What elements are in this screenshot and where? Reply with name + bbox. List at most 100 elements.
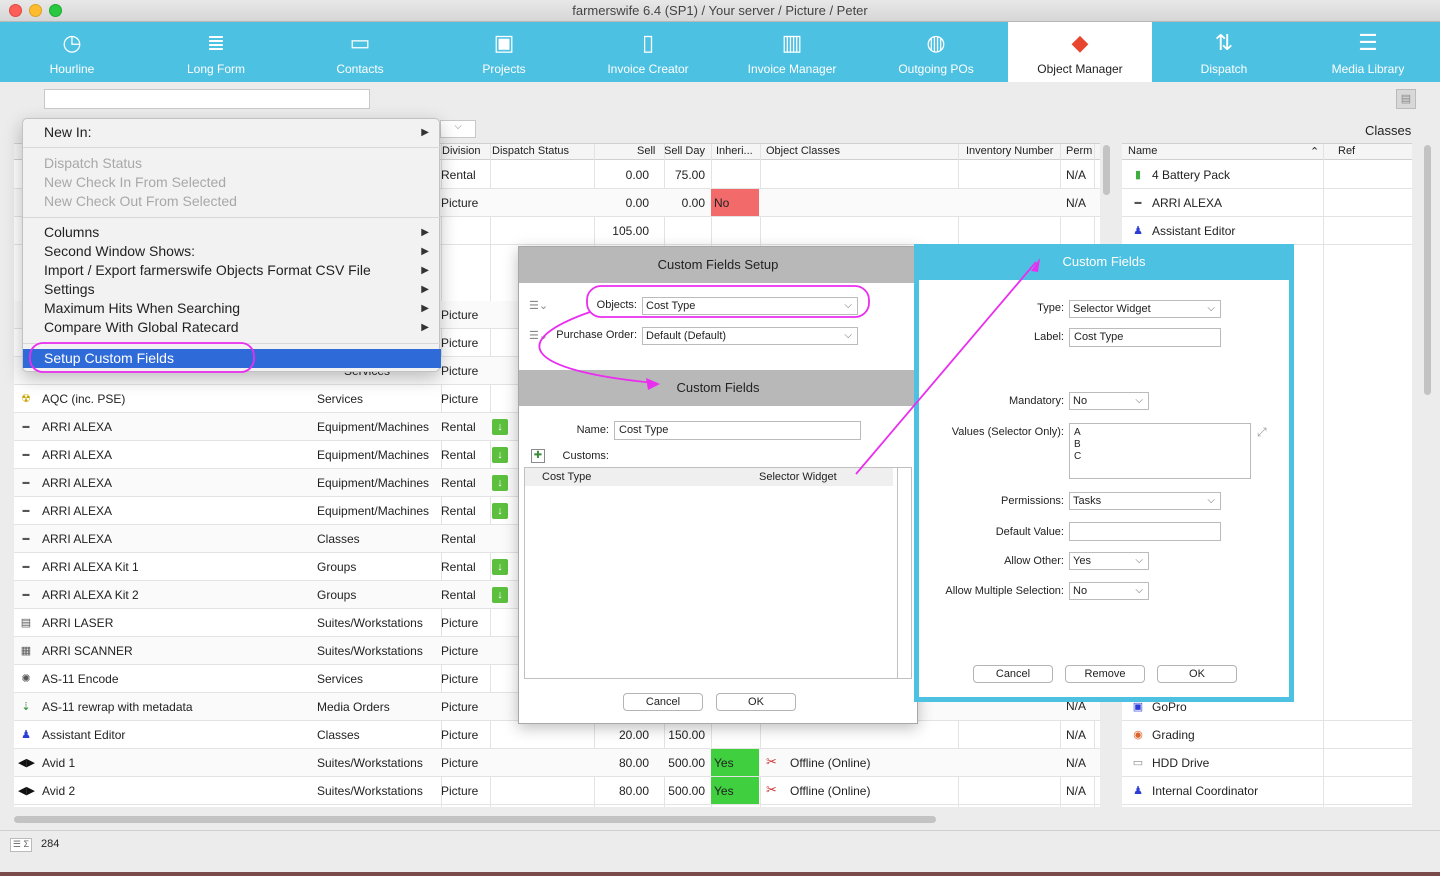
class-row[interactable]: ♟ Internal Coordinator xyxy=(1122,777,1412,805)
label-input[interactable]: Cost Type xyxy=(1069,328,1221,347)
table-cell: Equipment/Machines xyxy=(317,504,430,518)
camera-icon: ▬ xyxy=(22,535,30,542)
objects-vertical-scrollbar[interactable] xyxy=(1103,145,1110,195)
class-row[interactable]: ♟ Assistant Editor xyxy=(1122,217,1412,245)
toolbar-label: Outgoing POs xyxy=(898,62,974,76)
column-header[interactable]: Name xyxy=(1128,145,1157,157)
toolbar-outgoing-pos[interactable]: ◍ Outgoing POs xyxy=(864,22,1008,82)
permissions-select[interactable]: Tasks ⌵ xyxy=(1069,492,1221,510)
default-value-label: Default Value: xyxy=(995,526,1064,538)
menu-item-setup-custom-fields[interactable]: Setup Custom Fields xyxy=(23,349,441,368)
toolbar-hourline[interactable]: ◷ Hourline xyxy=(0,22,144,82)
camera-icon: ▬ xyxy=(22,451,30,458)
menu-item[interactable]: Settings ▶ xyxy=(23,280,441,299)
menu-item[interactable]: Import / Export farmerswife Objects Form… xyxy=(23,261,441,280)
setup-cancel-button[interactable]: Cancel xyxy=(623,693,703,711)
menu-item[interactable]: Maximum Hits When Searching ▶ xyxy=(23,299,441,318)
mandatory-value: No xyxy=(1073,395,1088,407)
column-header[interactable]: Sell Day xyxy=(664,145,705,157)
table-row[interactable]: ◀▶ Avid 1 Suites/Workstations Picture 80.00 5… xyxy=(14,749,1100,777)
class-row[interactable]: ▬ ARRI ALEXA xyxy=(1122,189,1412,217)
tools-icon: ✂ xyxy=(766,754,777,769)
column-header[interactable]: Dispatch Status xyxy=(492,145,569,157)
table-cell: Picture xyxy=(441,308,479,322)
classes-vertical-scrollbar[interactable] xyxy=(1424,145,1431,395)
table-cell: 20.00 xyxy=(618,728,649,742)
mandatory-select[interactable]: No ⌵ xyxy=(1069,392,1149,410)
menu-item[interactable]: Second Window Shows: ▶ xyxy=(23,242,441,261)
allow-other-select[interactable]: Yes ⌵ xyxy=(1069,552,1149,570)
table-cell: Avid 1 xyxy=(42,756,76,770)
table-cell: Classes xyxy=(317,532,360,546)
filter-dropdown[interactable]: ⌵ xyxy=(440,120,476,138)
toolbar-label: Long Form xyxy=(186,62,246,76)
toolbar-invoice-manager[interactable]: ▥ Invoice Manager xyxy=(720,22,864,82)
customs-list-row[interactable]: Cost Type Selector Widget xyxy=(525,468,893,486)
table-cell: Equipment/Machines xyxy=(317,448,430,462)
sort-ascending-icon[interactable]: ⌃ xyxy=(1310,145,1319,158)
sum-icon[interactable]: ☰ Σ xyxy=(10,838,32,852)
list-options-icon[interactable]: ☰⌄ xyxy=(529,329,548,342)
list-options-icon[interactable]: ☰⌄ xyxy=(529,299,548,312)
expand-icon[interactable]: ⤢ xyxy=(1257,425,1267,440)
column-header[interactable]: Object Classes xyxy=(766,145,840,157)
download-status-icon[interactable]: ↓ xyxy=(492,587,508,603)
window-title: farmerswife 6.4 (SP1) / Your server / Pi… xyxy=(572,3,868,18)
download-status-icon[interactable]: ↓ xyxy=(492,419,508,435)
objects-select[interactable]: Cost Type ⌵ xyxy=(642,297,858,315)
download-status-icon[interactable]: ↓ xyxy=(492,559,508,575)
download-status-icon[interactable]: ↓ xyxy=(492,475,508,491)
toolbar-object-manager[interactable]: ◆ Object Manager xyxy=(1008,22,1152,82)
export-icon[interactable]: ▤ xyxy=(1396,89,1416,109)
menu-item[interactable]: Columns ▶ xyxy=(23,223,441,242)
table-cell: ARRI ALEXA Kit 2 xyxy=(42,588,139,602)
table-cell: Picture xyxy=(441,336,479,350)
download-status-icon[interactable]: ↓ xyxy=(492,447,508,463)
chevron-down-icon: ⌵ xyxy=(1207,303,1215,314)
type-select[interactable]: Selector Widget ⌵ xyxy=(1069,300,1221,318)
toolbar-dispatch[interactable]: ⇅ Dispatch xyxy=(1152,22,1296,82)
cart-icon: ◍ xyxy=(926,30,946,55)
table-cell: Yes xyxy=(714,784,734,798)
add-field-icon[interactable]: ✚ xyxy=(531,449,545,463)
toolbar-invoice-creator[interactable]: ▯ Invoice Creator xyxy=(576,22,720,82)
table-row[interactable]: ♟ Assistant Editor Classes Picture 20.00 150.… xyxy=(14,721,1100,749)
menu-item-new-in[interactable]: New In: ▶ xyxy=(23,123,441,142)
column-header[interactable]: Inventory Number xyxy=(966,145,1053,157)
toolbar-projects[interactable]: ▣ Projects xyxy=(432,22,576,82)
table-row[interactable]: ◀▶ Avid 2 Suites/Workstations Picture 80.00 5… xyxy=(14,777,1100,805)
custom-fields-form: Type: Selector Widget ⌵ Label: Cost Type … xyxy=(919,280,1289,697)
class-row[interactable]: ▮ 4 Battery Pack xyxy=(1122,161,1412,189)
chevron-down-icon: ⌵ xyxy=(1135,395,1143,406)
allow-multiple-select[interactable]: No ⌵ xyxy=(1069,582,1149,600)
camera-icon: ▬ xyxy=(22,507,30,514)
toolbar-long-form[interactable]: ≣ Long Form xyxy=(144,22,288,82)
objects-horizontal-scrollbar[interactable] xyxy=(14,816,936,823)
toolbar-media-library[interactable]: ☰ Media Library xyxy=(1296,22,1440,82)
table-cell: Suites/Workstations xyxy=(317,756,423,770)
fields-ok-button[interactable]: OK xyxy=(1157,665,1237,683)
values-textarea[interactable]: A B C xyxy=(1069,423,1251,479)
invoice-creator-icon: ▯ xyxy=(641,30,655,55)
table-cell: 80.00 xyxy=(618,756,649,770)
fields-remove-button[interactable]: Remove xyxy=(1065,665,1145,683)
customs-list[interactable]: Cost Type Selector Widget xyxy=(524,467,912,679)
search-input[interactable] xyxy=(44,89,370,109)
column-header[interactable]: Perm xyxy=(1066,145,1092,157)
default-value-input[interactable] xyxy=(1069,522,1221,541)
column-header[interactable]: Sell xyxy=(637,145,655,157)
name-input[interactable]: Cost Type xyxy=(614,421,861,440)
column-header[interactable]: Ref xyxy=(1338,145,1355,157)
table-cell: Rental xyxy=(441,420,476,434)
column-header[interactable]: Division xyxy=(442,145,481,157)
purchase-order-select[interactable]: Default (Default) ⌵ xyxy=(642,327,858,345)
class-row[interactable]: ◉ Grading xyxy=(1122,721,1412,749)
fields-cancel-button[interactable]: Cancel xyxy=(973,665,1053,683)
class-row[interactable]: ▭ HDD Drive xyxy=(1122,749,1412,777)
column-header[interactable]: Inheri... xyxy=(716,145,753,157)
menu-item[interactable]: Compare With Global Ratecard ▶ xyxy=(23,318,441,337)
download-status-icon[interactable]: ↓ xyxy=(492,503,508,519)
setup-ok-button[interactable]: OK xyxy=(716,693,796,711)
chevron-down-icon: ⌵ xyxy=(454,121,462,132)
toolbar-contacts[interactable]: ▭ Contacts xyxy=(288,22,432,82)
